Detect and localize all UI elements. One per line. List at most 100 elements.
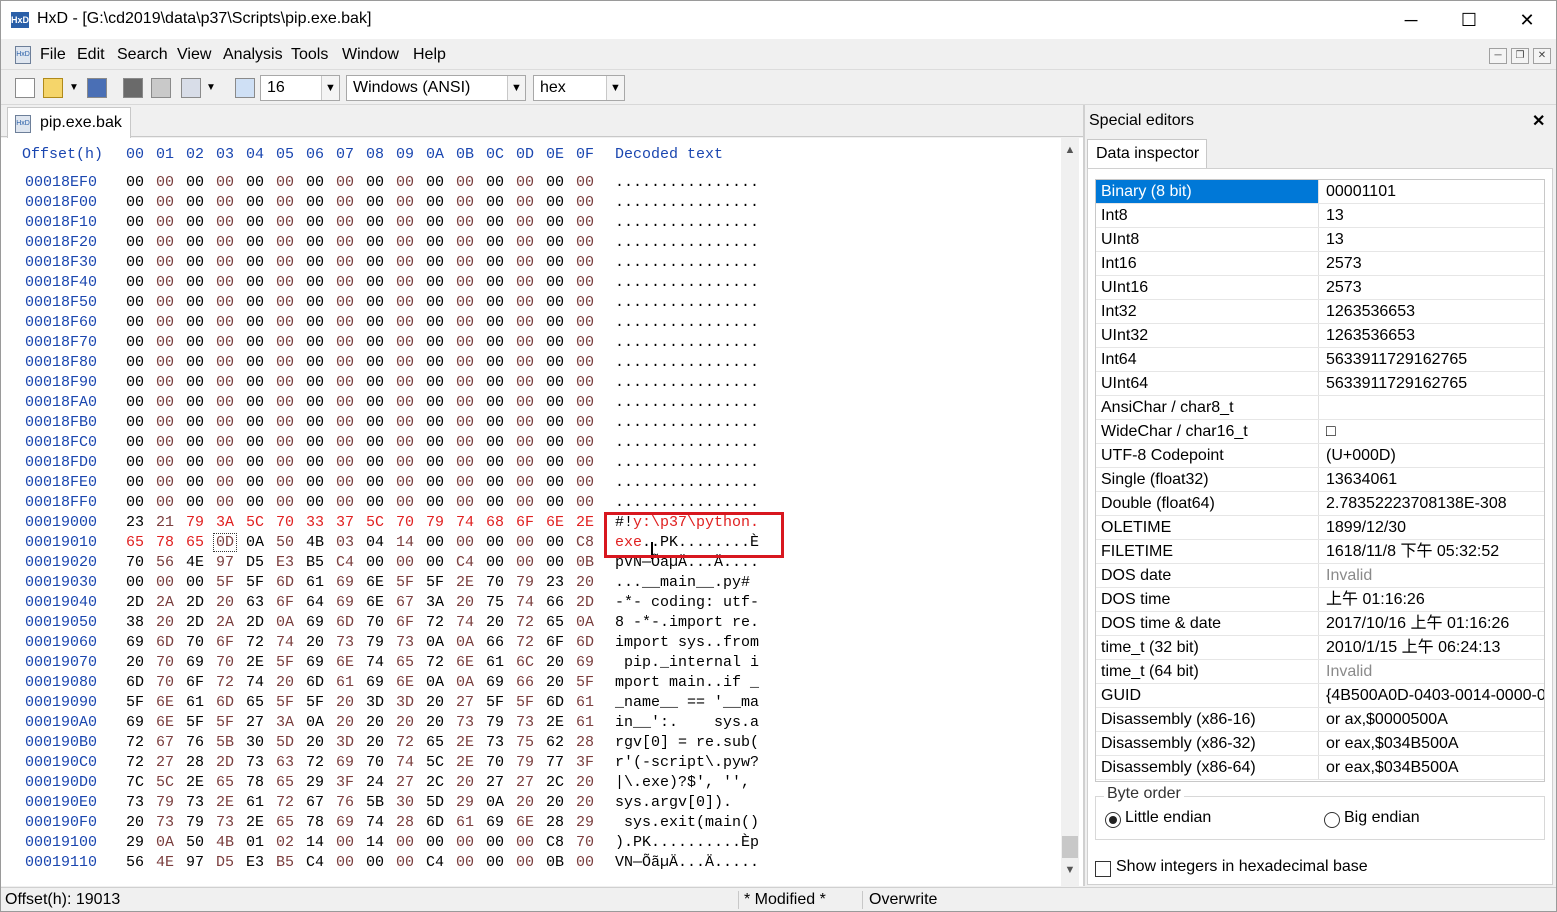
hex-byte[interactable]: 00 <box>424 474 446 491</box>
scrollbar-thumb[interactable] <box>1062 836 1078 858</box>
hex-byte[interactable]: 70 <box>484 574 506 591</box>
hex-byte[interactable]: 00 <box>304 254 326 271</box>
hex-byte[interactable]: 00 <box>514 534 536 551</box>
hex-byte[interactable]: D5 <box>244 554 266 571</box>
hex-byte[interactable]: 29 <box>124 834 146 851</box>
hex-byte[interactable]: 6F <box>514 514 536 531</box>
hex-byte[interactable]: 79 <box>364 634 386 651</box>
hex-byte[interactable]: 5F <box>394 574 416 591</box>
hex-byte[interactable]: 6F <box>274 594 296 611</box>
hex-byte[interactable]: 00 <box>424 354 446 371</box>
hex-byte[interactable]: 00 <box>514 194 536 211</box>
hex-byte[interactable]: 00 <box>364 314 386 331</box>
hex-byte[interactable]: 00 <box>154 434 176 451</box>
decoded-text-row[interactable]: VN—ÕãµÄ...Ä..... <box>615 854 759 871</box>
hex-byte[interactable]: 00 <box>364 414 386 431</box>
hex-byte[interactable]: 6F <box>214 634 236 651</box>
big-endian-radio[interactable] <box>1324 812 1340 828</box>
hex-byte[interactable]: 73 <box>484 734 506 751</box>
hex-byte[interactable]: 00 <box>544 414 566 431</box>
decoded-text-row[interactable]: sys.argv[0]). <box>615 794 759 811</box>
hex-byte[interactable]: 00 <box>304 474 326 491</box>
hex-byte[interactable]: 00 <box>184 354 206 371</box>
hex-byte[interactable]: 00 <box>484 534 506 551</box>
hex-byte[interactable]: 00 <box>394 174 416 191</box>
inspector-row[interactable]: GUID {4B500A0D-0403-0014-0000-0 <box>1096 684 1544 708</box>
hex-byte[interactable]: 20 <box>304 734 326 751</box>
row-offset[interactable]: 00018F50 <box>25 294 97 311</box>
decoded-text-row[interactable]: in__':. sys.a <box>615 714 759 731</box>
hex-byte[interactable]: 27 <box>244 714 266 731</box>
hex-byte[interactable]: 65 <box>184 534 206 551</box>
hex-byte[interactable]: 70 <box>484 754 506 771</box>
decoded-text-row[interactable]: rgv[0] = re.sub( <box>615 734 759 751</box>
hex-byte[interactable]: 0A <box>304 714 326 731</box>
hex-byte[interactable]: 6C <box>514 654 536 671</box>
hex-byte[interactable]: 00 <box>514 314 536 331</box>
hex-byte[interactable]: 00 <box>454 474 476 491</box>
hex-byte[interactable]: 78 <box>304 814 326 831</box>
hex-byte[interactable]: 0D <box>213 533 237 552</box>
hex-byte[interactable]: 00 <box>424 534 446 551</box>
hex-byte-row[interactable]: 00 00 00 00 00 00 00 00 00 00 00 00 00 00 00 00 <box>124 254 604 272</box>
hex-byte[interactable]: 00 <box>274 354 296 371</box>
hex-byte[interactable]: 79 <box>514 754 536 771</box>
hex-byte[interactable]: 20 <box>364 714 386 731</box>
hex-byte[interactable]: 2A <box>154 594 176 611</box>
hex-byte[interactable]: 00 <box>574 854 596 871</box>
hex-byte[interactable]: 27 <box>454 694 476 711</box>
hex-byte[interactable]: 73 <box>334 634 356 651</box>
hex-byte-row[interactable]: 72 67 76 5B 30 5D 20 3D 20 72 65 2E 73 75 62 28 <box>124 734 604 752</box>
hex-byte[interactable]: 61 <box>184 694 206 711</box>
hex-byte-row[interactable]: 00 00 00 00 00 00 00 00 00 00 00 00 00 00 00 00 <box>124 494 604 512</box>
hex-byte[interactable]: 00 <box>214 394 236 411</box>
hex-byte-row[interactable]: 56 4E 97 D5 E3 B5 C4 00 00 00 C4 00 00 00 0B 00 <box>124 854 604 872</box>
hex-byte[interactable]: 0A <box>274 614 296 631</box>
hex-byte[interactable]: 2E <box>454 734 476 751</box>
hex-byte[interactable]: 00 <box>274 174 296 191</box>
hex-byte[interactable]: 00 <box>274 394 296 411</box>
hex-byte[interactable]: 00 <box>214 314 236 331</box>
hex-byte[interactable]: 72 <box>304 754 326 771</box>
hex-byte[interactable]: 29 <box>304 774 326 791</box>
hex-byte[interactable]: 00 <box>484 274 506 291</box>
hex-byte[interactable]: 4B <box>304 534 326 551</box>
hex-byte[interactable]: 73 <box>454 714 476 731</box>
hex-byte[interactable]: 00 <box>364 454 386 471</box>
hex-byte[interactable]: 69 <box>304 614 326 631</box>
hex-byte[interactable]: 73 <box>514 714 536 731</box>
hex-byte[interactable]: 00 <box>424 454 446 471</box>
hex-byte[interactable]: 65 <box>124 534 146 551</box>
hex-byte[interactable]: 00 <box>394 214 416 231</box>
hex-byte[interactable]: 00 <box>484 474 506 491</box>
inspector-row[interactable]: Int64 5633911729162765 <box>1096 348 1544 372</box>
tab-pip-exe-bak[interactable]: HxD pip.exe.bak <box>7 107 131 138</box>
row-offset[interactable]: 000190E0 <box>25 794 97 811</box>
hex-byte[interactable]: 70 <box>274 514 296 531</box>
hex-byte[interactable]: 00 <box>454 494 476 511</box>
hex-byte[interactable]: 00 <box>184 474 206 491</box>
hex-byte[interactable]: 5F <box>274 694 296 711</box>
hex-byte[interactable]: 79 <box>514 574 536 591</box>
hex-byte[interactable]: 73 <box>214 814 236 831</box>
hex-byte[interactable]: 00 <box>214 234 236 251</box>
hex-byte[interactable]: 00 <box>214 454 236 471</box>
mdi-close-button[interactable]: ✕ <box>1533 48 1551 64</box>
inspector-value[interactable]: 2010/1/15 上午 06:24:13 <box>1320 636 1544 659</box>
hex-byte[interactable]: 5C <box>244 514 266 531</box>
inspector-row[interactable]: UInt16 2573 <box>1096 276 1544 300</box>
hex-byte[interactable]: 28 <box>574 734 596 751</box>
hex-byte[interactable]: 28 <box>184 754 206 771</box>
hex-byte[interactable]: 00 <box>424 434 446 451</box>
hex-byte[interactable]: 00 <box>364 854 386 871</box>
display-base-select[interactable]: hex ▼ <box>533 75 625 101</box>
row-offset[interactable]: 00019030 <box>25 574 97 591</box>
hex-byte[interactable]: 00 <box>124 414 146 431</box>
hex-byte[interactable]: 00 <box>454 354 476 371</box>
hex-byte[interactable]: 00 <box>454 194 476 211</box>
hex-byte[interactable]: 00 <box>364 254 386 271</box>
hex-byte[interactable]: 20 <box>334 714 356 731</box>
export-dropdown-arrow-icon[interactable]: ▼ <box>206 82 216 93</box>
hex-byte[interactable]: 3A <box>274 714 296 731</box>
hex-byte[interactable]: 74 <box>514 594 536 611</box>
